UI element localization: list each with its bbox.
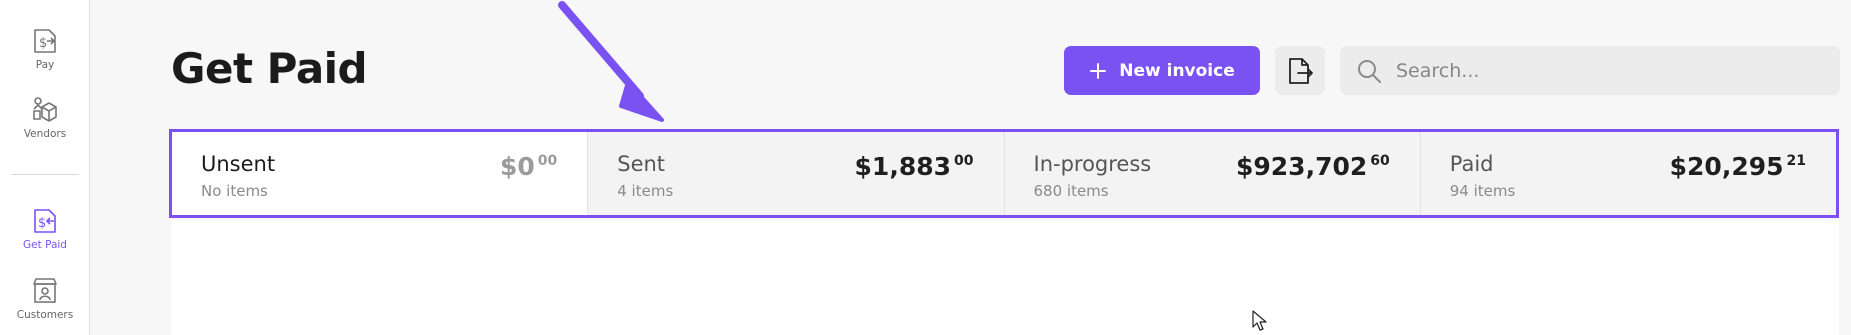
invoice-list-panel [171, 221, 1839, 335]
sidebar-divider [11, 174, 79, 175]
tab-amount-cents: 00 [537, 153, 558, 169]
sidebar-item-pay[interactable]: $ Pay [0, 26, 90, 71]
status-tabs: Unsent No items $0 00 Sent 4 items $1,883… [169, 129, 1839, 218]
sidebar: $ Pay Vendors $ Get Paid Customers [0, 0, 90, 335]
customers-icon [33, 278, 57, 303]
tab-sent[interactable]: Sent 4 items $1,883 00 [588, 132, 1005, 215]
svg-text:$: $ [39, 36, 47, 51]
tab-amount-dollars: $1,883 [854, 152, 952, 181]
tab-name: Paid [1449, 152, 1494, 176]
tab-amount-dollars: $20,295 [1669, 152, 1784, 181]
vendors-icon [33, 97, 57, 122]
get-paid-icon: $ [34, 209, 56, 233]
new-invoice-label: New invoice [1119, 60, 1235, 81]
sidebar-item-label: Pay [35, 59, 55, 71]
tab-count: 94 items [1449, 182, 1516, 200]
tab-name: Unsent [201, 152, 276, 176]
new-invoice-button[interactable]: New invoice [1064, 46, 1260, 95]
pay-icon: $ [34, 29, 56, 53]
tab-in-progress[interactable]: In-progress 680 items $923,702 60 [1005, 132, 1421, 215]
tab-count: 680 items [1033, 182, 1109, 200]
mouse-cursor-icon [1252, 310, 1267, 331]
tab-amount-cents: 21 [1786, 153, 1806, 169]
tab-count: 4 items [617, 182, 674, 200]
export-button[interactable] [1275, 46, 1325, 95]
tab-name: Sent [617, 152, 666, 176]
search-input[interactable] [1396, 59, 1816, 82]
tab-amount: $1,883 00 [855, 152, 974, 181]
tab-amount: $0 00 [500, 152, 557, 181]
tab-amount-dollars: $923,702 [1236, 152, 1368, 181]
tab-amount-dollars: $0 [499, 152, 535, 181]
tab-count: No items [201, 182, 268, 200]
tab-amount-cents: 60 [1370, 153, 1390, 169]
sidebar-item-get-paid[interactable]: $ Get Paid [0, 206, 90, 251]
tab-amount: $923,702 60 [1236, 152, 1390, 181]
sidebar-item-label: Get Paid [23, 239, 67, 251]
tab-amount-cents: 00 [954, 153, 974, 169]
svg-text:$: $ [38, 216, 46, 231]
sidebar-item-label: Customers [16, 309, 74, 321]
tab-name: In-progress [1033, 152, 1152, 176]
plus-icon [1090, 62, 1107, 79]
sidebar-item-vendors[interactable]: Vendors [0, 95, 90, 140]
tab-amount: $20,295 21 [1670, 152, 1806, 181]
tab-paid[interactable]: Paid 94 items $20,295 21 [1421, 132, 1836, 215]
search-icon [1358, 59, 1381, 83]
search-box[interactable] [1340, 46, 1840, 95]
sidebar-item-customers[interactable]: Customers [0, 276, 90, 321]
tab-unsent[interactable]: Unsent No items $0 00 [172, 132, 589, 215]
page-title: Get Paid [171, 44, 368, 93]
export-file-icon [1289, 57, 1313, 84]
sidebar-item-label: Vendors [23, 128, 67, 140]
